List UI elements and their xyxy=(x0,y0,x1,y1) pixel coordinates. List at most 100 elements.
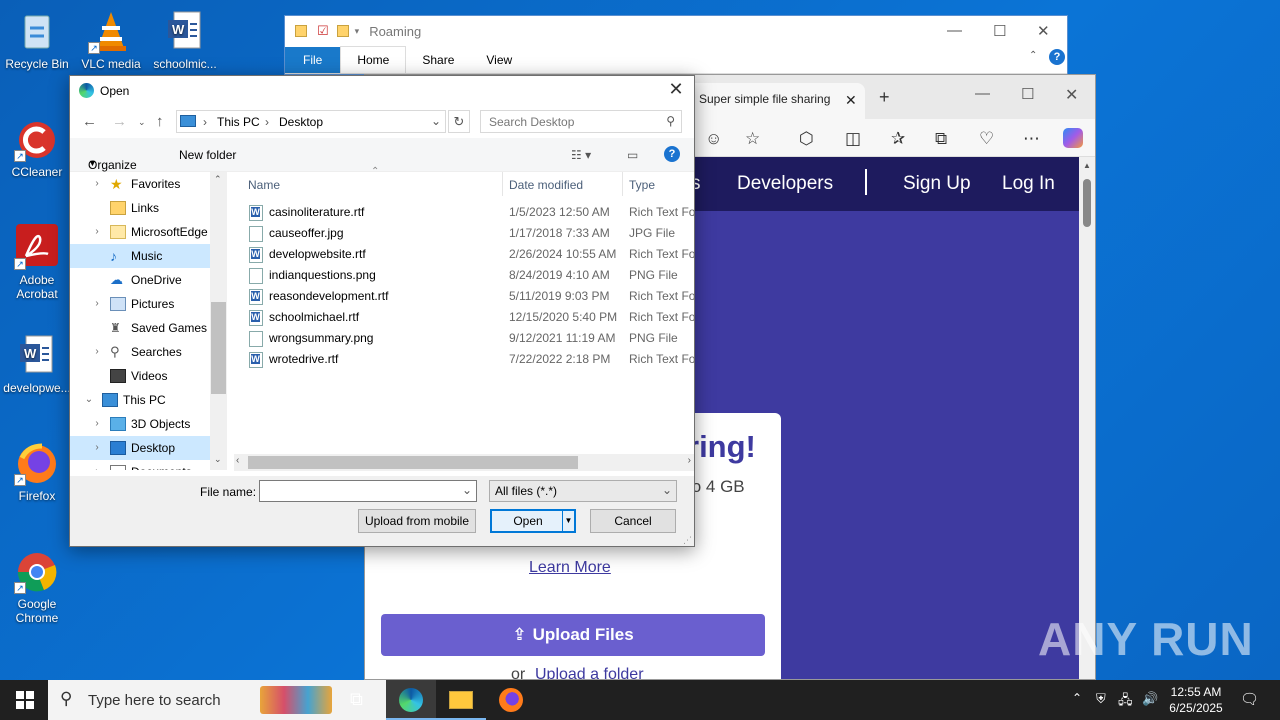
chevron-right-icon[interactable]: › xyxy=(90,436,104,460)
show-hidden-icons[interactable]: ⌃ xyxy=(1072,691,1082,705)
taskbar-firefox-app[interactable] xyxy=(486,680,536,720)
help-icon[interactable]: ? xyxy=(664,146,680,162)
maximize-icon[interactable]: ☐ xyxy=(1021,85,1034,103)
chevron-down-icon[interactable]: ⌄ xyxy=(82,388,96,412)
open-dropdown-icon[interactable]: ▼ xyxy=(562,511,574,531)
nav-item-this-pc[interactable]: ⌄ This PC xyxy=(80,388,218,412)
network-icon[interactable]: 🖧 xyxy=(1118,691,1133,713)
scroll-down-icon[interactable]: ⌄ xyxy=(214,454,222,465)
upload-from-mobile-button[interactable]: Upload from mobile xyxy=(358,509,476,533)
nav-item-music[interactable]: ♪ Music xyxy=(70,244,210,268)
column-divider[interactable] xyxy=(622,172,623,196)
security-icon[interactable]: ⛨ xyxy=(1096,691,1106,707)
nav-link-developers[interactable]: Developers xyxy=(737,173,833,195)
favorites-icon[interactable]: ✰ xyxy=(891,129,905,149)
search-highlight-icon[interactable] xyxy=(260,686,332,714)
volume-icon[interactable]: 🔊 xyxy=(1142,691,1158,707)
chevron-down-icon[interactable]: ⌄ xyxy=(462,483,472,497)
back-arrow-icon[interactable]: ← xyxy=(82,113,97,130)
desktop-icon-ccleaner[interactable]: ↗ CCleaner xyxy=(0,116,74,179)
breadcrumb-desktop[interactable]: Desktop xyxy=(279,115,323,129)
forward-arrow-icon[interactable]: → xyxy=(112,113,127,130)
scrollbar-thumb[interactable] xyxy=(1083,179,1091,227)
favorite-star-icon[interactable]: ☆ xyxy=(745,129,760,149)
nav-link-sign-up[interactable]: Sign Up xyxy=(903,173,971,195)
column-type[interactable]: Type xyxy=(629,178,655,192)
taskbar-edge-app[interactable] xyxy=(386,680,436,720)
open-button[interactable]: Open ▼ xyxy=(490,509,576,533)
refresh-button[interactable]: ↻ xyxy=(448,110,470,133)
taskbar-explorer-app[interactable] xyxy=(436,680,486,720)
scrollbar-thumb[interactable] xyxy=(248,456,578,469)
scroll-up-icon[interactable]: ▲ xyxy=(1083,161,1091,170)
nav-item-links[interactable]: Links xyxy=(88,196,226,220)
nav-item-searches[interactable]: › ⚲ Searches xyxy=(88,340,226,364)
file-row[interactable]: reasondevelopment.rtf 5/11/2019 9:03 PM … xyxy=(236,286,696,307)
address-bar[interactable]: › This PC › Desktop ⌄ xyxy=(176,110,446,133)
nav-item-documents[interactable]: › Documents xyxy=(88,460,226,470)
file-row[interactable]: indianquestions.png 8/24/2019 4:10 AM PN… xyxy=(236,265,696,286)
nav-item-pictures[interactable]: › Pictures xyxy=(88,292,226,316)
nav-item-videos[interactable]: Videos xyxy=(88,364,226,388)
extensions-icon[interactable]: ⬡ xyxy=(799,129,814,149)
desktop-icon-schoolmichael[interactable]: W schoolmic... xyxy=(148,8,222,71)
collections-icon[interactable]: ⧉ xyxy=(935,129,947,149)
more-icon[interactable]: ⋯ xyxy=(1023,129,1040,149)
scrollbar-thumb[interactable] xyxy=(211,302,226,394)
clock[interactable]: 12:55 AM 6/25/2025 xyxy=(1164,684,1228,716)
tab-view[interactable]: View xyxy=(470,47,528,73)
desktop-icon-firefox[interactable]: ↗ Firefox xyxy=(0,440,74,503)
windows-start-icon[interactable] xyxy=(16,691,34,712)
file-row[interactable]: causeoffer.jpg 1/17/2018 7:33 AM JPG Fil… xyxy=(236,223,696,244)
cancel-button[interactable]: Cancel xyxy=(590,509,676,533)
nav-item-3d-objects[interactable]: › 3D Objects xyxy=(88,412,226,436)
close-tab-icon[interactable]: ✕ xyxy=(845,92,857,109)
column-name[interactable]: Name xyxy=(248,178,280,192)
chevron-right-icon[interactable]: › xyxy=(90,460,104,470)
learn-more-link[interactable]: Learn More xyxy=(529,559,611,577)
file-row[interactable]: wrotedrive.rtf 7/22/2022 2:18 PM Rich Te… xyxy=(236,349,696,370)
desktop-icon-developwebsite[interactable]: W developwe... xyxy=(0,332,74,395)
search-input[interactable]: Search Desktop ⚲ xyxy=(480,110,682,133)
open-file-dialog[interactable]: Open ✕ ← → ⌄ ↑ › This PC › Desktop ⌄ ↻ S… xyxy=(69,75,695,547)
desktop-icon-vlc[interactable]: ↗ VLC media xyxy=(74,8,148,71)
chevron-right-icon[interactable]: › xyxy=(90,220,104,244)
scroll-up-icon[interactable]: ⌃ xyxy=(214,174,222,185)
file-row[interactable]: wrongsummary.png 9/12/2021 11:19 AM PNG … xyxy=(236,328,696,349)
file-row[interactable]: casinoliterature.rtf 1/5/2023 12:50 AM R… xyxy=(236,202,696,223)
recent-locations-icon[interactable]: ⌄ xyxy=(138,117,146,128)
desktop-icon-recycle-bin[interactable]: Recycle Bin xyxy=(0,8,74,71)
minimize-icon[interactable]: — xyxy=(975,85,990,102)
file-name-field[interactable]: ⌄ xyxy=(259,480,477,502)
tab-home[interactable]: Home xyxy=(340,46,407,73)
nav-item-desktop[interactable]: › Desktop xyxy=(70,436,210,460)
up-arrow-icon[interactable]: ↑ xyxy=(156,113,164,130)
upload-files-button[interactable]: ⇪ Upload Files xyxy=(381,614,765,656)
nav-item-favorites[interactable]: › ★ Favorites xyxy=(88,172,226,196)
chevron-down-icon[interactable]: ⌄ xyxy=(662,483,672,497)
new-tab-icon[interactable]: + xyxy=(879,87,890,108)
chevron-down-icon[interactable]: ⌄ xyxy=(431,114,441,128)
upload-folder-link[interactable]: Upload a folder xyxy=(535,666,644,679)
new-folder-button[interactable]: New folder xyxy=(179,148,236,162)
split-screen-icon[interactable]: ◫ xyxy=(845,129,861,149)
close-icon[interactable]: ✕ xyxy=(666,79,686,100)
nav-item-saved-games[interactable]: ♜ Saved Games xyxy=(88,316,226,340)
copilot-icon[interactable] xyxy=(1063,128,1083,148)
resize-grip-icon[interactable]: ⋰ xyxy=(683,535,692,546)
chevron-right-icon[interactable]: › xyxy=(90,340,104,364)
preview-pane-icon[interactable]: ▭ xyxy=(627,148,638,162)
close-icon[interactable]: ✕ xyxy=(1065,85,1078,105)
task-view-icon[interactable]: ⧉ xyxy=(350,689,363,710)
tab-share[interactable]: Share xyxy=(406,47,470,73)
help-icon[interactable]: ? xyxy=(1049,49,1065,65)
reading-mode-icon[interactable]: ☺ xyxy=(705,129,722,149)
column-date-modified[interactable]: Date modified xyxy=(509,178,583,192)
close-icon[interactable]: ✕ xyxy=(1037,22,1050,40)
file-explorer-window[interactable]: ☑ ▾ Roaming — ☐ ✕ File Home Share View ⌃… xyxy=(284,15,1068,75)
chevron-right-icon[interactable]: › xyxy=(90,292,104,316)
new-folder-icon[interactable] xyxy=(336,25,349,37)
page-scrollbar[interactable]: ▲ xyxy=(1079,157,1095,679)
nav-link-log-in[interactable]: Log In xyxy=(1002,173,1055,195)
scroll-left-icon[interactable]: ‹ xyxy=(236,455,239,466)
